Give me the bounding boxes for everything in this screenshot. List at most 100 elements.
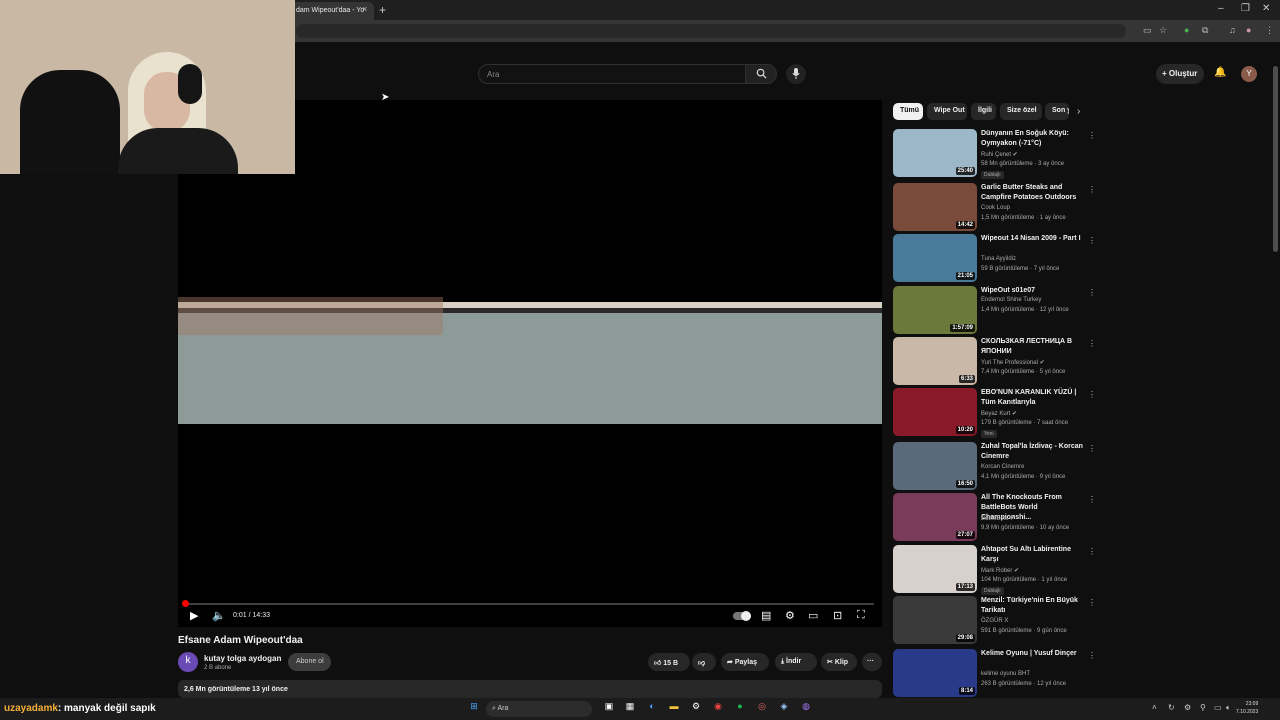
- video-thumbnail[interactable]: 17:13: [893, 545, 977, 593]
- tray-icon[interactable]: ⚙: [1184, 703, 1191, 712]
- dislike-button[interactable]: 👎︎: [692, 653, 716, 671]
- video-thumbnail[interactable]: 10:20: [893, 388, 977, 436]
- bookmark-star-icon[interactable]: ☆: [1159, 25, 1167, 36]
- recommended-video[interactable]: 10:20 EBO'NUN KARANLIK YÜZÜ | Tüm Kanıtla…: [893, 388, 1096, 438]
- recommended-video[interactable]: 14:42 Garlic Butter Steaks and Campfire P…: [893, 183, 1096, 233]
- fullscreen-icon[interactable]: ⛶: [857, 609, 865, 622]
- recommended-video-title[interactable]: Kelime Oyunu | Yusuf Dinçer: [981, 649, 1085, 659]
- chip-all[interactable]: Tümü: [893, 103, 923, 120]
- network-icon[interactable]: ▭: [1214, 703, 1222, 712]
- share-button[interactable]: ➦ Paylaş: [721, 653, 769, 671]
- recommended-video-title[interactable]: Wipeout 14 Nisan 2009 - Part I: [981, 234, 1085, 244]
- search-input[interactable]: Ara: [478, 64, 746, 84]
- more-options-icon[interactable]: ⋮: [1088, 598, 1096, 607]
- recommended-channel-name[interactable]: ÖZGÜR X: [981, 618, 1008, 624]
- recommended-channel-name[interactable]: BattleBots ✔: [981, 515, 1015, 522]
- channel-name[interactable]: kutay tolga aydogan: [204, 654, 281, 663]
- channel-avatar[interactable]: k: [178, 652, 198, 672]
- recommended-channel-name[interactable]: Ruhi Çenet ✔: [981, 151, 1018, 158]
- recommended-channel-name[interactable]: Tuna Ayyildiz: [981, 256, 1016, 262]
- discord-icon[interactable]: ◍: [799, 701, 813, 715]
- volume-icon[interactable]: 🔈︎: [1226, 703, 1231, 713]
- video-thumbnail[interactable]: 27:07: [893, 493, 977, 541]
- scrollbar-thumb[interactable]: [1273, 66, 1278, 252]
- chip-wipe-out[interactable]: Wipe Out: [927, 103, 967, 120]
- edge-icon[interactable]: ◐: [645, 701, 659, 715]
- more-options-icon[interactable]: ⋮: [1088, 651, 1096, 660]
- recommended-channel-name[interactable]: Endemol Shine Turkey: [981, 297, 1041, 303]
- more-options-icon[interactable]: ⋮: [1088, 288, 1096, 297]
- autoplay-toggle-knob[interactable]: [741, 611, 751, 621]
- recommended-video[interactable]: 21:05 Wipeout 14 Nisan 2009 - Part I Tuna …: [893, 234, 1096, 284]
- scrubber-handle[interactable]: [182, 600, 189, 607]
- recommended-channel-name[interactable]: kelime oyunu BHT: [981, 671, 1030, 677]
- media-control-icon[interactable]: ♫: [1229, 25, 1236, 35]
- recommended-video[interactable]: 17:13 Ahtapot Su Altı Labirentine Karşı Ma…: [893, 545, 1096, 595]
- recommended-video[interactable]: 25:40 Dünyanın En Soğuk Köyü: Oymyakon (-…: [893, 129, 1096, 179]
- chip-for-you[interactable]: Size özel: [1000, 103, 1042, 120]
- recommended-video-title[interactable]: Menzil: Türkiye'nin En Büyük Tarikatı: [981, 596, 1085, 616]
- voice-search-button[interactable]: [786, 64, 806, 84]
- tab-close-icon[interactable]: ×: [362, 4, 367, 14]
- recommended-channel-name[interactable]: Mark Rober ✔: [981, 567, 1019, 574]
- recommended-video-title[interactable]: EBO'NUN KARANLIK YÜZÜ | Tüm Kanıtlarıyla: [981, 388, 1085, 408]
- recommended-video-title[interactable]: Garlic Butter Steaks and Campfire Potato…: [981, 183, 1085, 203]
- theater-mode-icon[interactable]: ▭: [808, 609, 818, 622]
- recommended-video[interactable]: 1:57:09 WipeOut s01e07 Endemol Shine Turke…: [893, 286, 1096, 336]
- app-icon[interactable]: ◈: [777, 701, 791, 715]
- chrome-icon[interactable]: ◉: [711, 701, 725, 715]
- cast-icon[interactable]: ▭: [1143, 25, 1152, 36]
- notifications-bell-icon[interactable]: 🔔: [1214, 67, 1226, 78]
- folder-icon[interactable]: ▬: [667, 701, 681, 715]
- clip-button[interactable]: ✂ Klip: [821, 653, 857, 671]
- extension-icon[interactable]: ●: [1184, 25, 1189, 35]
- profile-icon[interactable]: ●: [1246, 25, 1251, 35]
- browser-menu-icon[interactable]: ⋮: [1265, 25, 1274, 36]
- more-options-icon[interactable]: ⋮: [1088, 495, 1096, 504]
- more-options-icon[interactable]: ⋮: [1088, 236, 1096, 245]
- extensions-puzzle-icon[interactable]: ⧉: [1202, 25, 1208, 36]
- video-thumbnail[interactable]: 14:42: [893, 183, 977, 231]
- more-options-icon[interactable]: ⋮: [1088, 390, 1096, 399]
- progress-bar[interactable]: [184, 603, 874, 605]
- create-button[interactable]: + Oluştur: [1156, 64, 1204, 84]
- video-thumbnail[interactable]: 1:57:09: [893, 286, 977, 334]
- play-icon[interactable]: ▶: [190, 609, 198, 622]
- settings-gear-icon[interactable]: ⚙: [689, 701, 703, 715]
- recommended-video[interactable]: 29:08 Menzil: Türkiye'nin En Büyük Tarika…: [893, 596, 1096, 646]
- explorer-icon[interactable]: ▦: [623, 701, 637, 715]
- close-window-icon[interactable]: ✕: [1262, 3, 1270, 14]
- more-options-icon[interactable]: ⋮: [1088, 547, 1096, 556]
- video-thumbnail[interactable]: 29:08: [893, 596, 977, 644]
- more-actions-button[interactable]: ···: [862, 653, 882, 671]
- app-icon[interactable]: ◎: [755, 701, 769, 715]
- recommended-video-title[interactable]: Ahtapot Su Altı Labirentine Karşı: [981, 545, 1085, 565]
- more-options-icon[interactable]: ⋮: [1088, 339, 1096, 348]
- tray-icon[interactable]: ↻: [1168, 703, 1175, 712]
- cast-icon[interactable]: ⊡: [833, 609, 842, 622]
- recommended-channel-name[interactable]: Yuri The Professional ✔: [981, 359, 1045, 366]
- like-button[interactable]: 👍︎ 15 B: [648, 653, 690, 671]
- recommended-video-title[interactable]: Zuhal Topal'la İzdivaç - Korcan Cinemre: [981, 442, 1085, 462]
- subtitles-icon[interactable]: ▤: [761, 609, 771, 622]
- volume-icon[interactable]: 🔈: [212, 609, 226, 622]
- video-thumbnail[interactable]: 6:33: [893, 337, 977, 385]
- video-thumbnail[interactable]: 8:14: [893, 649, 977, 697]
- video-thumbnail[interactable]: 21:05: [893, 234, 977, 282]
- recommended-video[interactable]: 6:33 СКОЛЬЗКАЯ ЛЕСТНИЦА В ЯПОНИИ Yuri The …: [893, 337, 1096, 387]
- recommended-video-title[interactable]: Dünyanın En Soğuk Köyü: Oymyakon (-71°C): [981, 129, 1085, 149]
- new-tab-button[interactable]: +: [379, 3, 386, 17]
- task-view-icon[interactable]: ▣: [602, 701, 616, 715]
- chip-recent[interactable]: Son y: [1045, 103, 1069, 120]
- video-thumbnail[interactable]: 25:40: [893, 129, 977, 177]
- recommended-video[interactable]: 16:50 Zuhal Topal'la İzdivaç - Korcan Cin…: [893, 442, 1096, 492]
- maximize-icon[interactable]: ❐: [1241, 3, 1250, 14]
- spotify-icon[interactable]: ●: [733, 701, 747, 715]
- search-button[interactable]: [745, 64, 777, 84]
- recommended-video[interactable]: 8:14 Kelime Oyunu | Yusuf Dinçer kelime oy…: [893, 649, 1096, 699]
- recommended-channel-name[interactable]: Cook Loup: [981, 205, 1010, 211]
- more-options-icon[interactable]: ⋮: [1088, 131, 1096, 140]
- recommended-channel-name[interactable]: Beyaz Kurt ✔: [981, 410, 1017, 417]
- windows-start-icon[interactable]: ⊞: [467, 701, 481, 715]
- description-box[interactable]: 2,6 Mn görüntüleme 13 yıl önce: [178, 680, 882, 698]
